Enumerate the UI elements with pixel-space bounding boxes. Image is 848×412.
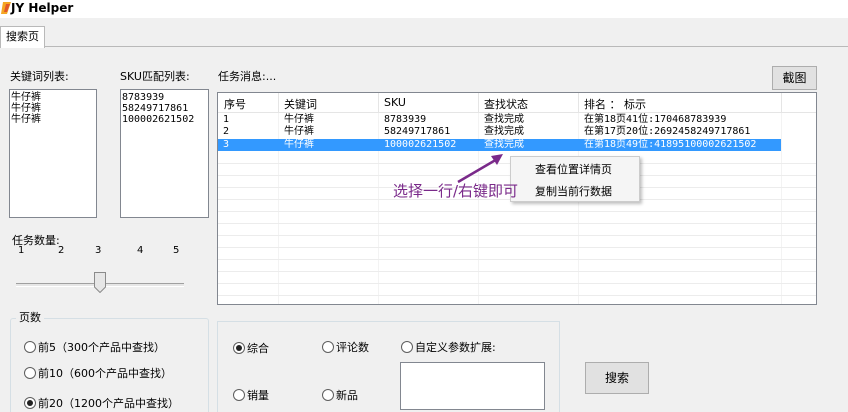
sort-option-overall[interactable]: 综合 — [233, 340, 269, 356]
sort-option-label: 自定义参数扩展: — [415, 341, 496, 354]
column-header-sku[interactable]: SKU — [384, 96, 406, 109]
radio-button-checked[interactable] — [233, 342, 245, 354]
slider-tick-label: 5 — [173, 245, 180, 256]
table-row[interactable]: 2 牛仔裤 58249717861 查找完成 在第17页20位:26924582… — [218, 126, 781, 138]
window-title: JY Helper — [11, 1, 74, 15]
task-count-slider-thumb[interactable] — [94, 272, 106, 293]
custom-param-textbox[interactable] — [400, 362, 545, 410]
column-header-status[interactable]: 查找状态 — [484, 96, 528, 112]
sort-option-sales[interactable]: 销量 — [233, 387, 269, 403]
pages-group-title: 页数 — [16, 309, 44, 325]
column-header-keyword[interactable]: 关键词 — [284, 96, 317, 112]
annotation-text: 选择一行/右键即可 — [393, 182, 519, 200]
slider-tick-label: 3 — [95, 245, 102, 256]
keyword-listbox[interactable]: 牛仔裤 牛仔裤 牛仔裤 — [9, 89, 97, 218]
sku-listbox[interactable]: 8783939 58249717861 100002621502 — [120, 89, 209, 218]
tab-search-page[interactable]: 搜索页 — [0, 26, 45, 48]
context-menu: 查看位置详情页 复制当前行数据 — [510, 156, 640, 202]
cell-no: 1 — [223, 114, 230, 125]
task-messages-label: 任务消息:... — [218, 70, 277, 83]
grid-header: 序号 关键词 SKU 查找状态 排名 ： 标示 — [218, 93, 816, 113]
cell-sku: 58249717861 — [384, 126, 451, 137]
cell-status: 查找完成 — [484, 114, 524, 125]
cell-keyword: 牛仔裤 — [284, 114, 314, 125]
cell-status: 查找完成 — [484, 126, 524, 137]
slider-tick-label: 2 — [58, 245, 65, 256]
cell-keyword: 牛仔裤 — [284, 139, 314, 150]
table-row[interactable]: 1 牛仔裤 8783939 查找完成 在第18页41位:170468783939 — [218, 114, 781, 126]
list-item[interactable]: 牛仔裤 — [11, 114, 95, 125]
radio-button[interactable] — [322, 389, 334, 401]
column-header-rank[interactable]: 排名 ： 标示 — [584, 96, 646, 112]
keyword-list-label: 关键词列表: — [10, 70, 69, 83]
slider-tick-label: 4 — [137, 245, 144, 256]
menu-item-view-position-detail[interactable]: 查看位置详情页 — [535, 161, 612, 177]
radio-button[interactable] — [24, 341, 36, 353]
sort-option-label: 销量 — [247, 389, 269, 402]
radio-button-checked[interactable] — [24, 397, 36, 409]
list-item[interactable]: 牛仔裤 — [11, 92, 95, 103]
tab-strip — [0, 18, 848, 47]
cell-rank: 在第17页20位:2692458249717861 — [584, 126, 751, 137]
sort-option-label: 综合 — [247, 342, 269, 355]
list-item[interactable]: 58249717861 — [122, 103, 207, 114]
pages-option-label: 前5（300个产品中查找） — [38, 341, 165, 354]
sort-option-review-count[interactable]: 评论数 — [322, 339, 369, 355]
radio-button[interactable] — [233, 389, 245, 401]
sort-option-custom-param[interactable]: 自定义参数扩展: — [401, 339, 496, 355]
list-item[interactable]: 8783939 — [122, 92, 207, 103]
cell-no: 2 — [223, 126, 230, 137]
search-button[interactable]: 搜索 — [585, 362, 649, 394]
sku-list-label: SKU匹配列表: — [120, 70, 190, 83]
radio-button[interactable] — [401, 341, 413, 353]
sort-option-label: 新品 — [336, 389, 358, 402]
pages-option-5[interactable]: 前5（300个产品中查找） — [24, 339, 165, 355]
cell-keyword: 牛仔裤 — [284, 126, 314, 137]
sort-option-new[interactable]: 新品 — [322, 387, 358, 403]
app-logo-icon — [1, 2, 11, 14]
cell-rank: 在第18页49位:41895100002621502 — [584, 139, 757, 150]
pages-option-label: 前20（1200个产品中查找） — [38, 397, 179, 410]
slider-tick-label: 1 — [18, 245, 25, 256]
list-item[interactable]: 100002621502 — [122, 114, 207, 125]
cell-rank: 在第18页41位:170468783939 — [584, 114, 727, 125]
cell-sku: 8783939 — [384, 114, 427, 125]
pages-option-10[interactable]: 前10（600个产品中查找） — [24, 365, 172, 381]
title-bar — [0, 0, 848, 18]
radio-button[interactable] — [322, 341, 334, 353]
list-item[interactable]: 牛仔裤 — [11, 103, 95, 114]
menu-item-copy-row-data[interactable]: 复制当前行数据 — [535, 183, 612, 199]
radio-button[interactable] — [24, 367, 36, 379]
cell-sku: 100002621502 — [384, 139, 457, 150]
screenshot-button[interactable]: 截图 — [772, 66, 817, 90]
pages-option-label: 前10（600个产品中查找） — [38, 367, 172, 380]
sort-option-label: 评论数 — [336, 341, 369, 354]
cell-no: 3 — [223, 139, 230, 150]
pages-option-20[interactable]: 前20（1200个产品中查找） — [24, 395, 179, 411]
column-header-no[interactable]: 序号 — [224, 96, 246, 112]
